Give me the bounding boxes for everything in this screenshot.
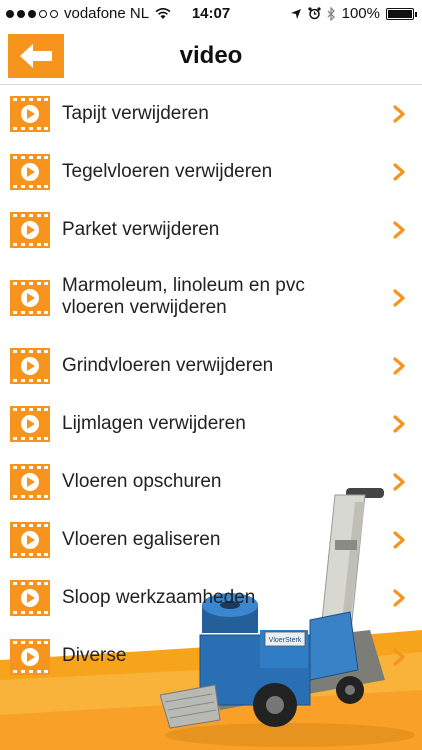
video-list-item-label: Grindvloeren verwijderen [62,355,274,376]
alarm-clock-icon [308,7,321,20]
chevron-right-icon [393,221,405,239]
video-play-icon [10,96,50,132]
status-right: 100% [290,5,417,22]
video-list-item[interactable]: Vloeren opschuren [0,453,422,511]
video-list-item[interactable]: Tegelvloeren verwijderen [0,143,422,201]
video-list-item[interactable]: Lijmlagen verwijderen [0,395,422,453]
video-play-icon [10,406,50,442]
video-list-item-label: Tegelvloeren verwijderen [62,161,273,182]
chevron-right-icon [393,105,405,123]
video-list-item-label: Vloeren opschuren [62,471,222,492]
chevron-right-icon [393,589,405,607]
video-play-icon [10,280,50,316]
chevron-right-icon [393,289,405,307]
chevron-right-icon [393,473,405,491]
location-arrow-icon [290,8,301,19]
battery-percentage: 100% [341,5,380,22]
video-play-icon [10,212,50,248]
video-list-item-label: Parket verwijderen [62,219,220,240]
video-list-item-label: Tapijt verwijderen [62,103,209,124]
video-play-icon [10,639,50,675]
video-list-item[interactable]: Grindvloeren verwijderen [0,337,422,395]
battery-fill [388,9,412,18]
chevron-right-icon [393,531,405,549]
video-list-item[interactable]: Parket verwijderen [0,201,422,259]
bluetooth-icon [327,6,335,21]
chevron-right-icon [393,415,405,433]
video-play-icon [10,522,50,558]
chevron-right-icon [393,357,405,375]
video-list-item-label: Marmoleum, linoleum en pvc vloeren verwi… [62,275,305,318]
chevron-right-icon [393,163,405,181]
page-title: video [179,42,243,69]
video-list-item-label: Lijmlagen verwijderen [62,413,246,434]
video-play-icon [10,348,50,384]
video-list-item-label: Sloop werkzaamheden [62,587,256,608]
video-list-item-label: Diverse [62,645,127,666]
video-list-item[interactable]: Vloeren egaliseren [0,511,422,569]
video-list-item[interactable]: Diverse [0,627,422,687]
video-list-item[interactable]: Sloop werkzaamheden [0,569,422,627]
battery-icon [386,7,417,20]
video-list-item-label: Vloeren egaliseren [62,529,221,550]
navigation-bar: video [0,28,422,85]
status-bar: vodafone NL 14:07 100% [0,0,422,28]
chevron-right-icon [393,648,405,666]
video-play-icon [10,464,50,500]
video-list-item[interactable]: Marmoleum, linoleum en pvc vloeren verwi… [0,259,422,337]
video-play-icon [10,580,50,616]
video-list-item[interactable]: Tapijt verwijderen [0,85,422,143]
video-play-icon [10,154,50,190]
